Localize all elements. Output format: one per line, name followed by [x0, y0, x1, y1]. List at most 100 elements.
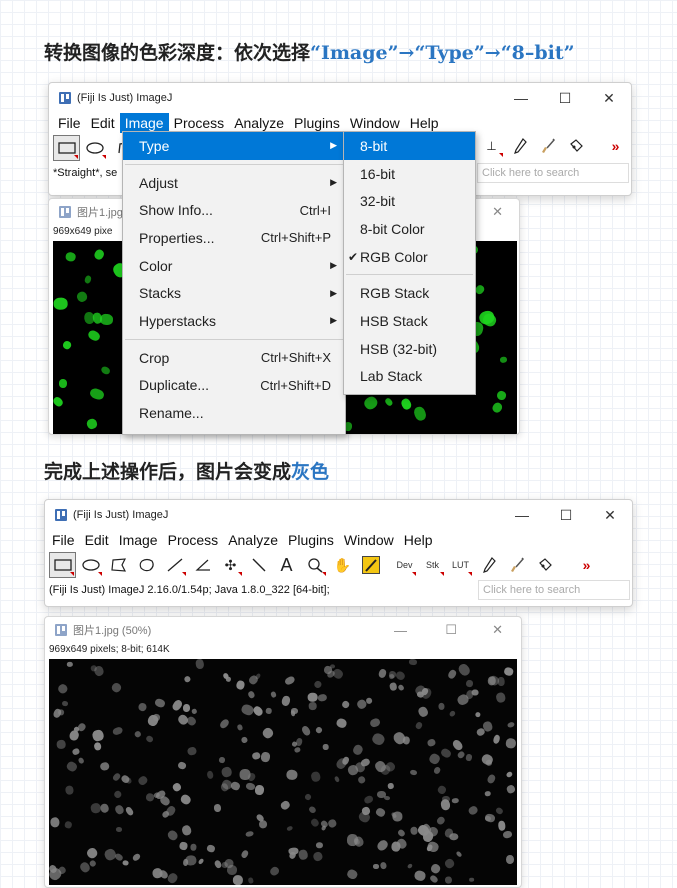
cell-blob — [72, 747, 81, 756]
menu-analyze[interactable]: Analyze — [229, 113, 289, 133]
cell-blob — [406, 862, 414, 869]
flood-fill-icon[interactable] — [562, 133, 589, 159]
oval-tool-icon[interactable] — [77, 552, 104, 578]
cell-blob — [247, 690, 256, 700]
cell-blob — [178, 792, 192, 807]
menu-help[interactable]: Help — [405, 113, 444, 133]
line-tool-icon[interactable] — [161, 552, 188, 578]
menu-divider — [125, 163, 343, 165]
menu-edit[interactable]: Edit — [86, 113, 120, 133]
cell-blob — [495, 691, 507, 703]
lut-menu-button[interactable]: LUT — [447, 552, 474, 578]
more-tools-icon[interactable]: » — [602, 133, 629, 159]
oval-tool-icon[interactable] — [81, 135, 108, 161]
menu-plugins[interactable]: Plugins — [289, 113, 345, 133]
maximize-button[interactable]: ☐ — [544, 500, 588, 530]
submenu-item-hsb-stack[interactable]: HSB Stack — [344, 307, 475, 335]
image-window-close-icon[interactable]: ✕ — [492, 622, 503, 638]
submenu-item-8-bit[interactable]: 8-bit — [344, 132, 475, 160]
close-button[interactable]: ✕ — [588, 500, 632, 530]
cell-blob — [498, 820, 507, 831]
dev-menu-button[interactable]: Dev — [391, 552, 418, 578]
cell-blob — [346, 868, 360, 881]
submenu-item-hsb-32-bit[interactable]: HSB (32-bit) — [344, 335, 475, 363]
submenu-item-32-bit[interactable]: 32-bit — [344, 187, 475, 215]
hand-tool-icon[interactable]: ✋ — [329, 552, 356, 578]
status-bar: (Fiji Is Just) ImageJ 2.16.0/1.54p; Java… — [45, 580, 632, 600]
cell-blob — [64, 251, 76, 263]
menu-item-crop[interactable]: Crop Ctrl+Shift+X — [123, 344, 345, 372]
menu-item-hyperstacks[interactable]: Hyperstacks ▶ — [123, 307, 345, 335]
menu-process[interactable]: Process — [169, 113, 230, 133]
wand-tool-icon[interactable] — [245, 552, 272, 578]
more-tools-icon[interactable]: » — [573, 552, 600, 578]
search-field[interactable]: Click here to search — [478, 580, 630, 600]
pencil-icon[interactable] — [475, 552, 502, 578]
menu-plugins[interactable]: Plugins — [283, 530, 339, 550]
cell-blob — [308, 701, 317, 710]
rectangle-tool-icon[interactable] — [53, 135, 80, 161]
menu-help[interactable]: Help — [399, 530, 438, 550]
menu-window[interactable]: Window — [339, 530, 399, 550]
stk-menu-button[interactable]: Stk — [419, 552, 446, 578]
cell-blob — [53, 395, 65, 408]
minimize-button[interactable]: — — [500, 500, 544, 530]
menu-file[interactable]: File — [53, 113, 86, 133]
image-window-maximize-icon[interactable]: ☐ — [445, 622, 457, 638]
cell-blob — [268, 865, 281, 878]
menu-image[interactable]: Image — [119, 113, 169, 133]
search-field[interactable]: Click here to search — [477, 163, 629, 183]
angle-tool-icon[interactable]: ⊥ — [478, 133, 505, 159]
menu-item-properties[interactable]: Properties... Ctrl+Shift+P — [123, 224, 345, 252]
multipoint-tool-icon[interactable]: ✣ — [217, 552, 244, 578]
cell-blob — [484, 790, 491, 797]
grayscale-image[interactable] — [49, 659, 517, 885]
menu-window[interactable]: Window — [345, 113, 405, 133]
magnifier-icon[interactable] — [301, 552, 328, 578]
cell-blob — [89, 386, 106, 402]
cell-blob — [171, 698, 184, 712]
menu-item-label: Properties... — [139, 229, 215, 246]
cell-blob — [165, 828, 180, 842]
menu-item-show-info[interactable]: Show Info... Ctrl+I — [123, 196, 345, 224]
menu-process[interactable]: Process — [163, 530, 224, 550]
menu-item-adjust[interactable]: Adjust ▶ — [123, 169, 345, 197]
menu-analyze[interactable]: Analyze — [223, 530, 283, 550]
flood-fill-icon[interactable] — [531, 552, 558, 578]
submenu-item-lab-stack[interactable]: Lab Stack — [344, 363, 475, 391]
menu-item-duplicate[interactable]: Duplicate... Ctrl+Shift+D — [123, 372, 345, 400]
heading-result-highlight: 灰色 — [291, 461, 330, 483]
menu-edit[interactable]: Edit — [80, 530, 114, 550]
cell-blob — [240, 849, 250, 860]
paintbrush-icon[interactable] — [534, 133, 561, 159]
maximize-button[interactable]: ☐ — [543, 83, 587, 113]
image-window-minimize-icon[interactable]: — — [394, 623, 407, 638]
cell-blob — [375, 838, 391, 853]
cell-blob — [64, 785, 74, 796]
paintbrush-icon[interactable] — [503, 552, 530, 578]
close-button[interactable]: ✕ — [587, 83, 631, 113]
cell-blob — [362, 394, 380, 412]
color-picker-icon[interactable] — [357, 552, 384, 578]
cell-blob — [99, 313, 114, 326]
cell-blob — [182, 675, 192, 684]
submenu-item-16-bit[interactable]: 16-bit — [344, 160, 475, 188]
menu-image[interactable]: Image — [114, 530, 163, 550]
menu-item-stacks[interactable]: Stacks ▶ — [123, 279, 345, 307]
image-window-close-icon[interactable]: ✕ — [492, 204, 503, 220]
freehand-tool-icon[interactable] — [133, 552, 160, 578]
menu-item-shortcut: Ctrl+Shift+P — [260, 230, 331, 246]
text-tool-icon[interactable]: A — [273, 552, 300, 578]
submenu-item-rgb-stack[interactable]: RGB Stack — [344, 279, 475, 307]
menu-item-type[interactable]: Type ▶ — [123, 132, 345, 160]
polygon-tool-icon[interactable] — [105, 552, 132, 578]
menu-item-rename[interactable]: Rename... — [123, 399, 345, 427]
rectangle-tool-icon[interactable] — [49, 552, 76, 578]
submenu-item-8-bit-color[interactable]: 8-bit Color — [344, 215, 475, 243]
submenu-item-rgb-color[interactable]: ✔ RGB Color — [344, 243, 475, 271]
pencil-icon[interactable] — [506, 133, 533, 159]
minimize-button[interactable]: — — [499, 83, 543, 113]
menu-file[interactable]: File — [47, 530, 80, 550]
angle-tool-icon[interactable] — [189, 552, 216, 578]
menu-item-color[interactable]: Color ▶ — [123, 252, 345, 280]
